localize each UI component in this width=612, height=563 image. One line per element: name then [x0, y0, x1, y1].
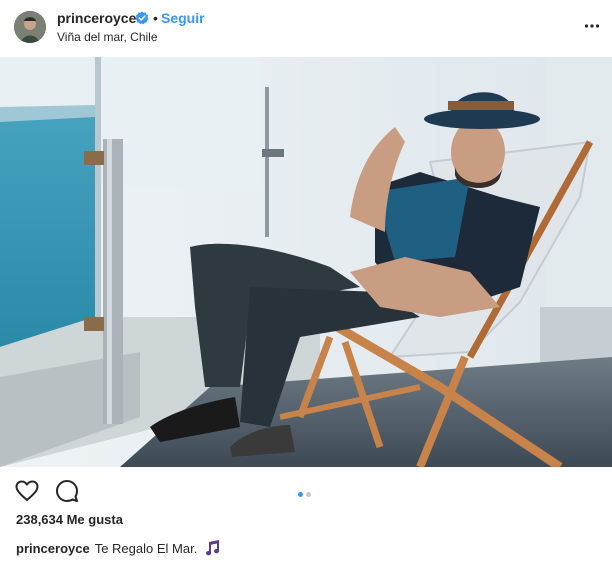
post-actions [0, 468, 612, 512]
follow-button[interactable]: Seguir [161, 10, 205, 26]
post-photo[interactable] [0, 57, 612, 467]
location-link[interactable]: Viña del mar, Chile [57, 30, 158, 44]
verified-badge-icon [135, 11, 149, 25]
caption-username-link[interactable]: princeroyce [16, 541, 90, 556]
username-link[interactable]: princeroyce [57, 10, 136, 26]
photo-illustration [0, 57, 612, 467]
more-options-icon[interactable] [584, 18, 600, 34]
carousel-dot[interactable] [306, 492, 311, 497]
avatar[interactable] [14, 11, 46, 43]
post-header: princeroyce • Seguir Viña del mar, Chile [0, 0, 612, 56]
caption-text: Te Regalo El Mar. [94, 540, 198, 556]
music-note-icon [203, 540, 221, 556]
likes-count[interactable]: 238,634 Me gusta [16, 512, 123, 527]
carousel-dot[interactable] [298, 492, 303, 497]
heart-icon[interactable] [15, 479, 39, 503]
carousel-indicator [298, 484, 314, 497]
comment-icon[interactable] [55, 479, 79, 503]
separator-dot: • [153, 10, 158, 26]
post-caption: princeroyce Te Regalo El Mar. [16, 540, 221, 556]
